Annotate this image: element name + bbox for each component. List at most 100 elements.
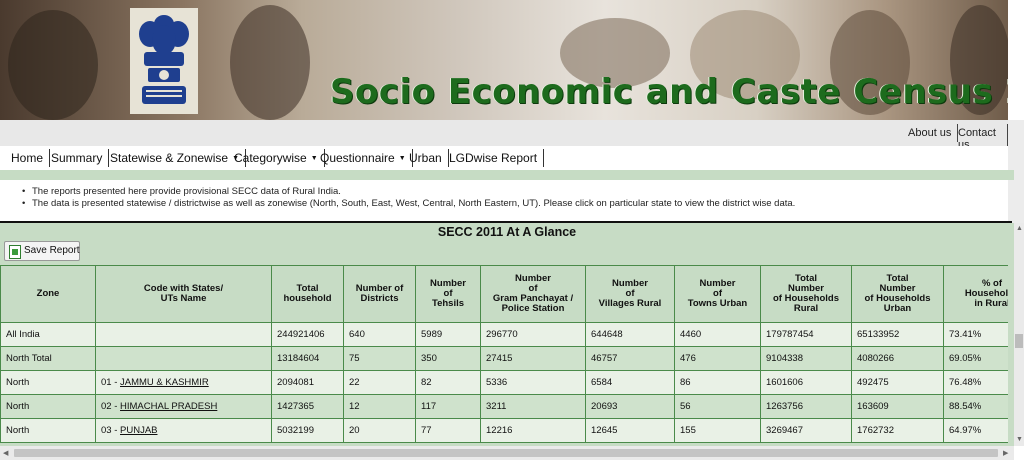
menu-home[interactable]: Home <box>5 149 51 167</box>
main-menu: Home Summary Statewise & Zonewise ▼ Categ… <box>0 146 1008 170</box>
state-link[interactable]: PUNJAB <box>120 425 157 436</box>
value-cell: 1762732 <box>851 418 944 443</box>
banner-photo-figure <box>8 10 98 120</box>
value-cell: 350 <box>415 346 481 371</box>
scroll-left-arrow-icon[interactable]: ◀ <box>3 449 8 457</box>
zone-cell: North <box>0 418 96 443</box>
top-links-bar: About us Contact us <box>0 120 1008 154</box>
state-code: 01 - <box>101 377 121 388</box>
value-cell: 77 <box>415 418 481 443</box>
value-cell: 20693 <box>585 394 675 419</box>
site-title: Socio Economic and Caste Census 2011 <box>330 72 1008 112</box>
value-cell: 296770 <box>480 322 586 347</box>
value-cell: 1263756 <box>760 394 852 419</box>
note-item: The reports presented here provide provi… <box>22 186 1002 198</box>
value-cell: 76.48% <box>943 370 1008 395</box>
column-header: Total household <box>271 265 344 323</box>
save-report-button[interactable]: Save Report <box>4 241 80 261</box>
note-item: The data is presented statewise / distri… <box>22 198 1002 210</box>
value-cell: 5032199 <box>271 418 344 443</box>
value-cell: 644648 <box>585 322 675 347</box>
zone-cell: North Total <box>0 346 96 371</box>
value-cell: 12 <box>343 394 416 419</box>
value-cell: 476 <box>674 346 761 371</box>
value-cell: 3211 <box>480 394 586 419</box>
state-cell: 02 - HIMACHAL PRADESH <box>95 394 272 419</box>
value-cell: 65133952 <box>851 322 944 347</box>
column-header: Total Number of Households Rural <box>760 265 852 323</box>
value-cell: 492475 <box>851 370 944 395</box>
horizontal-scrollbar[interactable]: ◀ ▶ <box>0 446 1014 460</box>
menu-summary[interactable]: Summary <box>45 149 110 167</box>
menu-questionnaire[interactable]: Questionnaire ▼ <box>314 149 413 167</box>
column-header: Zone <box>0 265 96 323</box>
menu-lgdwise-report[interactable]: LGDwise Report <box>443 149 545 167</box>
notes-list: The reports presented here provide provi… <box>22 186 1002 209</box>
value-cell: 69.05% <box>943 346 1008 371</box>
value-cell: 4460 <box>674 322 761 347</box>
value-cell: 56 <box>674 394 761 419</box>
table-row: North 01 - JAMMU & KASHMIR 2094081 22 82 5336… <box>0 370 1008 395</box>
value-cell: 5989 <box>415 322 481 347</box>
horizontal-scroll-thumb[interactable] <box>14 449 998 457</box>
value-cell: 22 <box>343 370 416 395</box>
glance-panel: SECC 2011 At A Glance Save Report Zone Co… <box>0 223 1014 460</box>
column-header: Number of Gram Panchayat / Police Statio… <box>480 265 586 323</box>
state-link[interactable]: JAMMU & KASHMIR <box>120 377 209 388</box>
state-cell: 03 - PUNJAB <box>95 418 272 443</box>
value-cell: 179787454 <box>760 322 852 347</box>
menu-statewise-zonewise[interactable]: Statewise & Zonewise ▼ <box>104 149 246 167</box>
banner-photo-figure <box>230 5 310 120</box>
value-cell: 640 <box>343 322 416 347</box>
column-header: % of Households in Rural <box>943 265 1008 323</box>
value-cell: 88.54% <box>943 394 1008 419</box>
save-report-icon <box>9 245 21 259</box>
column-header: Code with States/ UTs Name <box>95 265 272 323</box>
value-cell: 117 <box>415 394 481 419</box>
value-cell: 9104338 <box>760 346 852 371</box>
value-cell: 75 <box>343 346 416 371</box>
column-header: Number of Districts <box>343 265 416 323</box>
value-cell: 244921406 <box>271 322 344 347</box>
value-cell: 13184604 <box>271 346 344 371</box>
scroll-right-arrow-icon[interactable]: ▶ <box>1003 449 1008 457</box>
state-cell <box>95 346 272 371</box>
scroll-up-arrow-icon[interactable]: ▲ <box>1016 225 1023 232</box>
state-cell: 01 - JAMMU & KASHMIR <box>95 370 272 395</box>
value-cell: 82 <box>415 370 481 395</box>
value-cell: 12645 <box>585 418 675 443</box>
save-report-label: Save Report <box>24 245 80 256</box>
value-cell: 73.41% <box>943 322 1008 347</box>
value-cell: 155 <box>674 418 761 443</box>
table-row: North Total 13184604 75 350 27415 46757 476 910… <box>0 346 1008 371</box>
menu-categorywise[interactable]: Categorywise ▼ <box>228 149 325 167</box>
national-emblem-icon <box>130 8 198 114</box>
column-header: Number of Villages Rural <box>585 265 675 323</box>
value-cell: 12216 <box>480 418 586 443</box>
state-link[interactable]: HIMACHAL PRADESH <box>120 401 217 412</box>
table-row: North 02 - HIMACHAL PRADESH 1427365 12 117 32… <box>0 394 1008 419</box>
scroll-down-arrow-icon[interactable]: ▼ <box>1016 436 1023 443</box>
about-us-link[interactable]: About us <box>902 124 959 142</box>
column-header: Number of Tehsils <box>415 265 481 323</box>
state-cell <box>95 322 272 347</box>
menu-urban[interactable]: Urban <box>403 149 449 167</box>
vertical-scroll-thumb[interactable] <box>1015 334 1023 348</box>
value-cell: 27415 <box>480 346 586 371</box>
value-cell: 163609 <box>851 394 944 419</box>
value-cell: 20 <box>343 418 416 443</box>
zone-cell: North <box>0 394 96 419</box>
value-cell: 4080266 <box>851 346 944 371</box>
value-cell: 86 <box>674 370 761 395</box>
zone-cell: All India <box>0 322 96 347</box>
table-header-row: Zone Code with States/ UTs Name Total hous… <box>0 265 1008 323</box>
glance-title: SECC 2011 At A Glance <box>437 225 577 239</box>
vertical-scrollbar[interactable]: ▲ ▼ <box>1014 223 1024 446</box>
column-header: Number of Towns Urban <box>674 265 761 323</box>
value-cell: 2094081 <box>271 370 344 395</box>
table-body: All India 244921406 640 5989 296770 644648 446… <box>0 322 1008 443</box>
value-cell: 6584 <box>585 370 675 395</box>
value-cell: 3269467 <box>760 418 852 443</box>
value-cell: 64.97% <box>943 418 1008 443</box>
value-cell: 1601606 <box>760 370 852 395</box>
